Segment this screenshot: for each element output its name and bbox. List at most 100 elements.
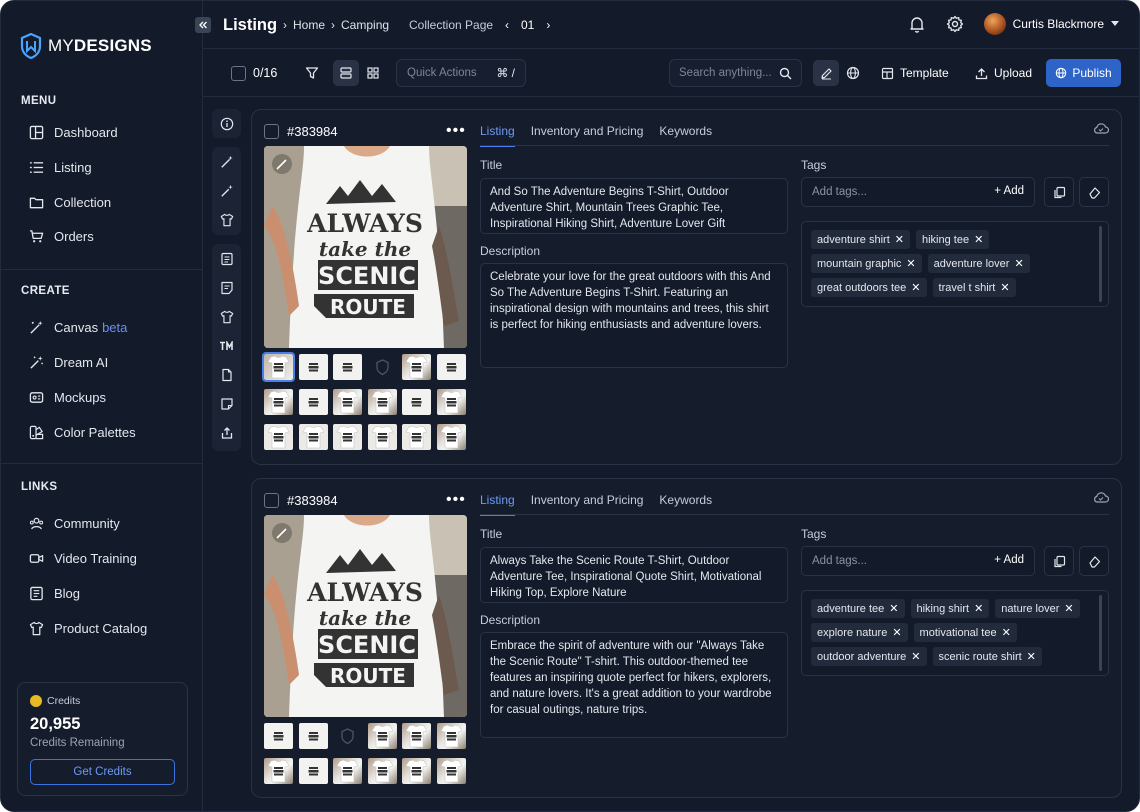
clear-tags-button[interactable]: [1079, 177, 1109, 207]
remove-tag-icon[interactable]: ✕: [974, 602, 983, 615]
upload-button[interactable]: Upload: [969, 59, 1038, 87]
tab-inventory-and-pricing[interactable]: Inventory and Pricing: [531, 493, 644, 516]
thumbnail[interactable]: [333, 354, 363, 380]
filter-button[interactable]: [299, 60, 325, 86]
remove-tag-icon[interactable]: ✕: [889, 602, 898, 615]
product-tool-button[interactable]: [212, 205, 241, 234]
thumbnail[interactable]: [367, 389, 397, 415]
sidebar-item-orders[interactable]: Orders: [19, 221, 189, 251]
remove-tag-icon[interactable]: ✕: [1000, 281, 1009, 294]
thumbnail[interactable]: [437, 354, 466, 380]
logo[interactable]: MYDESIGNS: [20, 33, 152, 59]
sticky-note-tool-button[interactable]: [212, 389, 241, 418]
share-tool-button[interactable]: [212, 418, 241, 447]
canvas-tool-button[interactable]: [212, 147, 241, 176]
tags-scrollbar[interactable]: [1099, 595, 1102, 671]
sidebar-item-listing[interactable]: Listing: [19, 152, 189, 182]
thumbnail[interactable]: [298, 424, 328, 450]
listing-select-checkbox[interactable]: [264, 493, 279, 508]
collapse-sidebar-button[interactable]: [195, 17, 211, 33]
quick-actions-input[interactable]: Quick Actions ⌘ /: [396, 59, 526, 87]
thumbnail[interactable]: [367, 424, 397, 450]
product-main-image[interactable]: ALWAYS take the SCENIC ROUTE: [264, 515, 467, 717]
remove-tag-icon[interactable]: ✕: [974, 233, 983, 246]
notes-tool-button[interactable]: [212, 273, 241, 302]
thumbnail[interactable]: [402, 389, 432, 415]
sidebar-item-community[interactable]: Community: [19, 508, 189, 538]
thumbnail[interactable]: [437, 424, 466, 450]
thumbnail[interactable]: [437, 389, 466, 415]
thumbnail[interactable]: [333, 758, 363, 784]
thumbnail[interactable]: [402, 354, 432, 380]
remove-tag-icon[interactable]: ✕: [892, 626, 901, 639]
thumbnail[interactable]: [298, 758, 328, 784]
tab-keywords[interactable]: Keywords: [659, 124, 712, 147]
add-tag-button[interactable]: + Add: [994, 554, 1024, 566]
remove-tag-icon[interactable]: ✕: [1064, 602, 1073, 615]
apparel-tool-button[interactable]: [212, 302, 241, 331]
remove-tag-icon[interactable]: ✕: [911, 281, 920, 294]
more-options-button[interactable]: •••: [446, 491, 466, 509]
copy-tags-button[interactable]: [1044, 546, 1074, 576]
listing-select-checkbox[interactable]: [264, 124, 279, 139]
thumbnail[interactable]: [264, 424, 293, 450]
thumbnail[interactable]: [264, 723, 293, 749]
description-field[interactable]: Embrace the spirit of adventure with our…: [480, 632, 788, 738]
search-input[interactable]: Search anything...: [669, 59, 802, 87]
thumbnail[interactable]: [402, 723, 432, 749]
next-page-button[interactable]: ›: [546, 18, 550, 32]
sidebar-item-collection[interactable]: Collection: [19, 187, 189, 217]
remove-tag-icon[interactable]: ✕: [895, 233, 904, 246]
thumbnail[interactable]: [298, 389, 328, 415]
breadcrumb-camping[interactable]: Camping: [341, 18, 389, 32]
tags-input[interactable]: Add tags... + Add: [801, 546, 1035, 576]
select-all-checkbox[interactable]: [231, 65, 246, 81]
file-tool-button[interactable]: [212, 360, 241, 389]
tab-listing[interactable]: Listing: [480, 493, 515, 516]
thumbnail[interactable]: [368, 354, 397, 380]
thumbnail[interactable]: [262, 352, 295, 382]
cloud-sync-icon[interactable]: [1093, 122, 1109, 134]
thumbnail[interactable]: [367, 723, 397, 749]
publish-button[interactable]: Publish: [1046, 59, 1121, 87]
remove-tag-icon[interactable]: ✕: [1027, 650, 1036, 663]
prev-page-button[interactable]: ‹: [505, 18, 509, 32]
tags-scrollbar[interactable]: [1099, 226, 1102, 302]
tab-keywords[interactable]: Keywords: [659, 493, 712, 516]
thumbnail[interactable]: [402, 758, 432, 784]
edit-mode-button[interactable]: [813, 60, 839, 86]
sidebar-item-dream-ai[interactable]: Dream AI: [19, 347, 189, 377]
thumbnail[interactable]: [264, 758, 293, 784]
add-tag-button[interactable]: + Add: [994, 185, 1024, 197]
thumbnail[interactable]: [333, 424, 363, 450]
remove-tag-icon[interactable]: ✕: [906, 257, 915, 270]
globe-button[interactable]: [840, 60, 866, 86]
more-options-button[interactable]: •••: [446, 122, 466, 140]
thumbnail[interactable]: [437, 758, 466, 784]
grid-view-button[interactable]: [360, 60, 386, 86]
tags-input[interactable]: Add tags... + Add: [801, 177, 1035, 207]
sidebar-item-canvas[interactable]: Canvas beta: [19, 312, 189, 342]
sidebar-item-dashboard[interactable]: Dashboard: [19, 117, 189, 147]
title-field[interactable]: Always Take the Scenic Route T-Shirt, Ou…: [480, 547, 788, 603]
thumbnail[interactable]: [264, 389, 293, 415]
thumbnail[interactable]: [298, 354, 328, 380]
sidebar-item-color-palettes[interactable]: Color Palettes: [19, 417, 189, 447]
remove-tag-icon[interactable]: ✕: [1014, 257, 1023, 270]
thumbnail[interactable]: [437, 723, 466, 749]
info-button[interactable]: [212, 109, 241, 138]
description-field[interactable]: Celebrate your love for the great outdoo…: [480, 263, 788, 368]
thumbnail[interactable]: [367, 758, 397, 784]
sidebar-item-product-catalog[interactable]: Product Catalog: [19, 613, 189, 643]
select-all-control[interactable]: 0/16: [221, 59, 289, 87]
breadcrumb-home[interactable]: Home: [293, 18, 325, 32]
sidebar-item-mockups[interactable]: Mockups: [19, 382, 189, 412]
tab-inventory-and-pricing[interactable]: Inventory and Pricing: [531, 124, 644, 147]
copy-tags-button[interactable]: [1044, 177, 1074, 207]
remove-tag-icon[interactable]: ✕: [1002, 626, 1011, 639]
gear-icon[interactable]: [946, 15, 964, 33]
thumbnail[interactable]: [333, 389, 363, 415]
sidebar-item-blog[interactable]: Blog: [19, 578, 189, 608]
clear-tags-button[interactable]: [1079, 546, 1109, 576]
thumbnail[interactable]: [333, 723, 362, 749]
